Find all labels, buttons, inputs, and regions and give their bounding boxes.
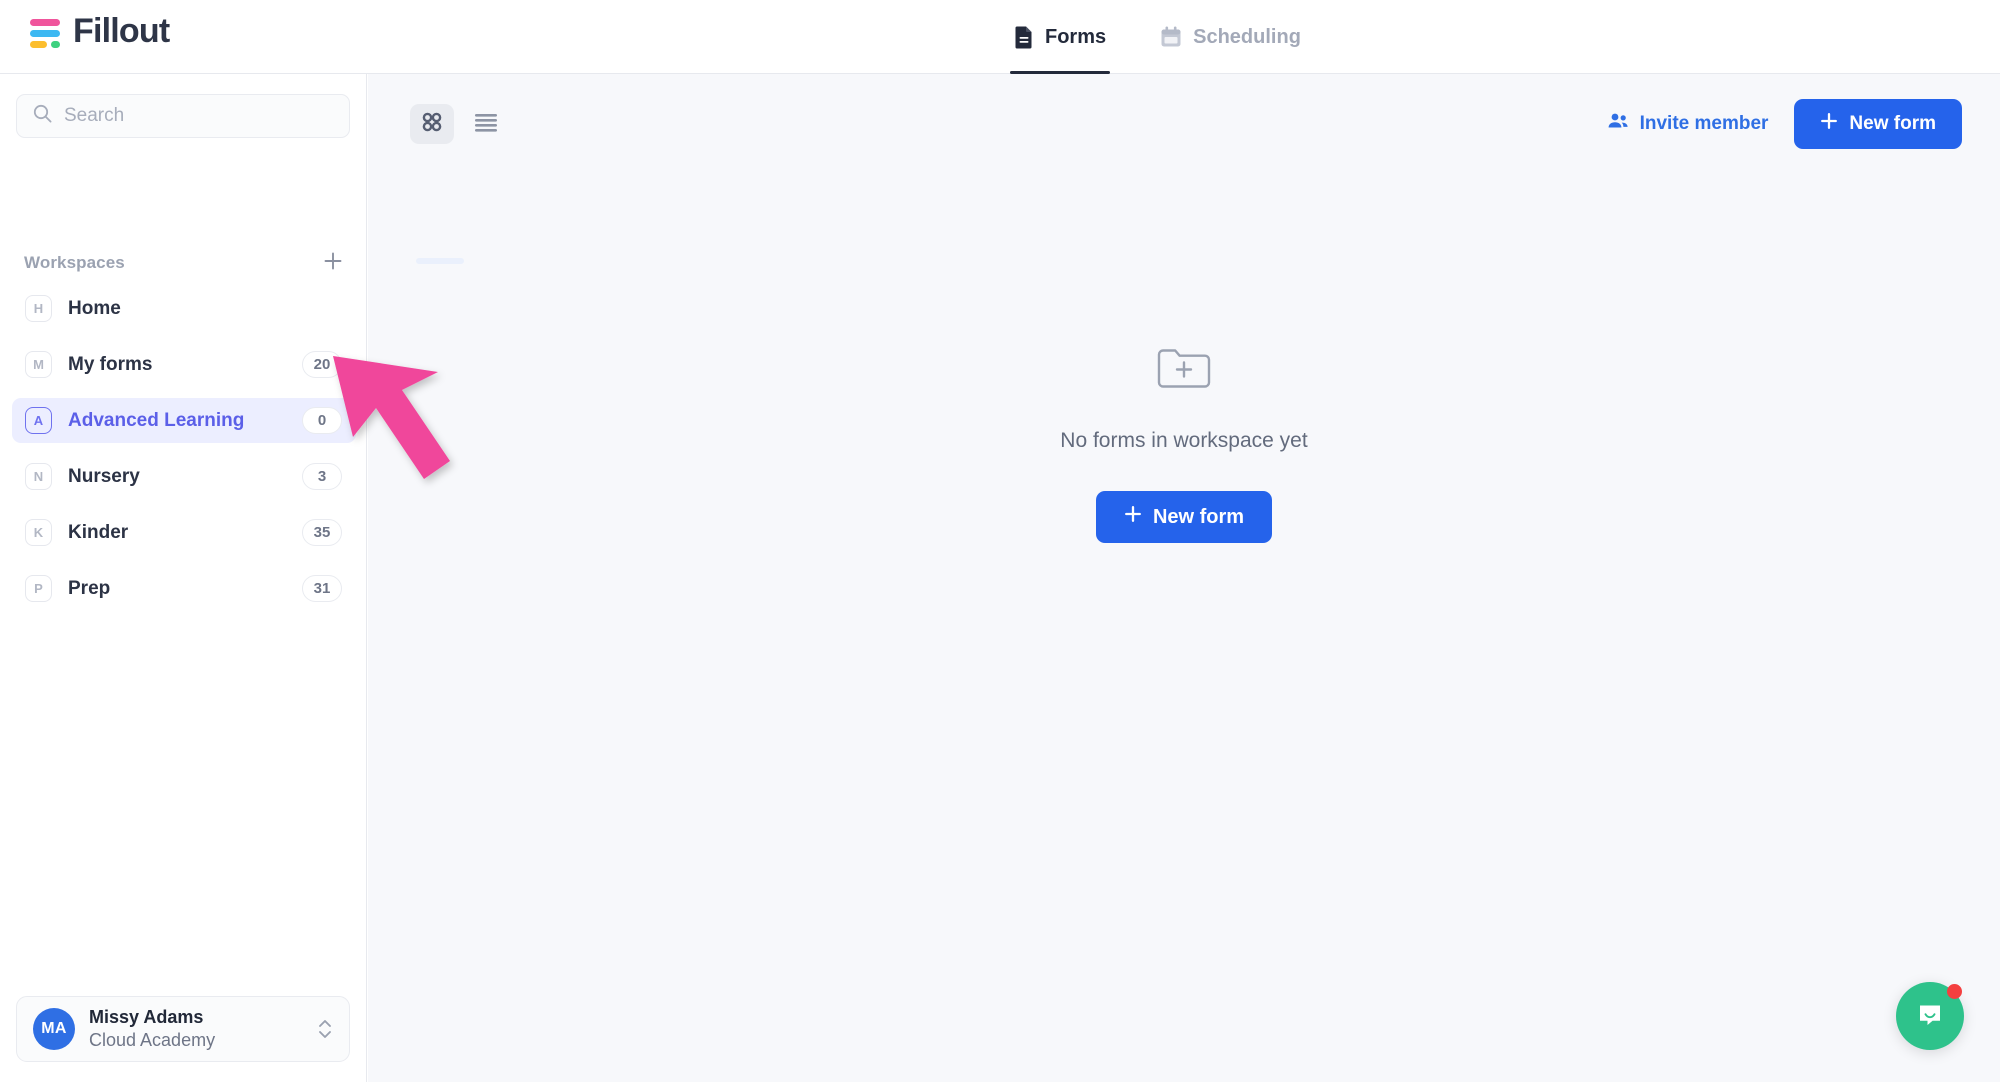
user-info: Missy Adams Cloud Academy [89,1006,317,1052]
main-content: Invite member New form No forms in works… [368,74,2000,1082]
workspace-label: Nursery [68,465,140,487]
workspace-label: Kinder [68,521,129,543]
workspace-count-badge: 35 [302,519,342,546]
invite-member-button[interactable]: Invite member [1607,111,1769,137]
sidebar-item-nursery[interactable]: N Nursery 3 [12,454,356,499]
workspace-avatar: M [25,351,52,378]
list-view-icon [474,112,498,137]
workspace-count-badge: 31 [302,575,342,602]
chevron-up-down-icon [317,1016,333,1042]
user-name: Missy Adams [89,1006,204,1027]
list-view-button[interactable] [464,104,508,144]
new-form-label: New form [1849,113,1936,134]
workspaces-header: Workspaces [24,250,346,276]
brand: Fillout [30,12,170,51]
avatar: MA [33,1008,75,1050]
invite-member-label: Invite member [1639,113,1769,134]
grid-view-icon [421,111,443,138]
workspaces-label: Workspaces [24,253,125,272]
document-icon [1014,25,1034,49]
workspace-avatar: H [25,295,52,322]
folder-plus-icon [1156,344,1212,397]
workspace-avatar: N [25,463,52,490]
workspace-avatar: A [25,407,52,434]
grid-view-button[interactable] [410,104,454,144]
user-account-switcher[interactable]: MA Missy Adams Cloud Academy [16,996,350,1062]
workspace-count-badge: 20 [302,351,342,378]
workspace-label: Prep [68,577,111,599]
tab-scheduling-label: Scheduling [1193,25,1301,48]
search-box[interactable] [16,94,350,138]
plus-icon [1124,505,1142,529]
empty-state-new-form-label: New form [1152,505,1245,528]
brand-name: Fillout [73,12,170,50]
fillout-logo-icon [30,17,60,49]
logo-bar-pink [30,19,60,26]
chat-support-button[interactable] [1896,982,1964,1050]
empty-state-new-form-button[interactable]: New form [1095,491,1273,543]
plus-icon [1820,112,1838,136]
chat-notification-badge [1947,984,1962,999]
tab-forms-label: Forms [1045,25,1107,48]
search-icon [33,104,52,128]
logo-bar-green [51,41,60,48]
users-icon [1607,111,1629,137]
app-header: Fillout Forms Scheduling [0,0,2000,74]
tab-forms[interactable]: Forms [1010,0,1111,74]
new-form-button[interactable]: New form [1794,99,1962,149]
sidebar-item-home[interactable]: H Home [12,286,356,331]
workspace-avatar: P [25,575,52,602]
chat-bubble-icon [1915,999,1945,1034]
logo-bottom-row [30,41,60,48]
empty-state-message: No forms in workspace yet [1060,429,1308,452]
sidebar-item-kinder[interactable]: K Kinder 35 [12,510,356,555]
main-navigation: Forms Scheduling [1010,0,1305,74]
user-organization: Cloud Academy [89,1030,216,1050]
workspace-label: Home [68,297,121,319]
sidebar-item-advanced-learning[interactable]: A Advanced Learning 0 [12,398,356,443]
add-workspace-button[interactable] [320,250,346,276]
logo-bar-blue [30,30,60,37]
workspace-label: My forms [68,353,153,375]
top-actions: Invite member New form [1607,99,1962,149]
empty-state: No forms in workspace yet New form [368,344,2000,543]
sidebar: Workspaces H Home M My forms 20 A Advanc… [0,74,367,1082]
sidebar-item-prep[interactable]: P Prep 31 [12,566,356,611]
tab-scheduling[interactable]: Scheduling [1156,0,1305,74]
search-input[interactable] [64,105,333,127]
workspace-avatar: K [25,519,52,546]
calendar-icon [1160,26,1182,48]
workspace-count-badge: 3 [302,463,342,490]
workspace-label: Advanced Learning [68,409,245,431]
loading-skeleton-line [416,258,464,264]
logo-bar-yellow [30,41,47,48]
sidebar-item-my-forms[interactable]: M My forms 20 [12,342,356,387]
view-toggle [410,104,508,144]
plus-icon [322,250,344,277]
workspace-list: H Home M My forms 20 A Advanced Learning… [12,286,356,622]
workspace-count-badge: 0 [302,407,342,434]
